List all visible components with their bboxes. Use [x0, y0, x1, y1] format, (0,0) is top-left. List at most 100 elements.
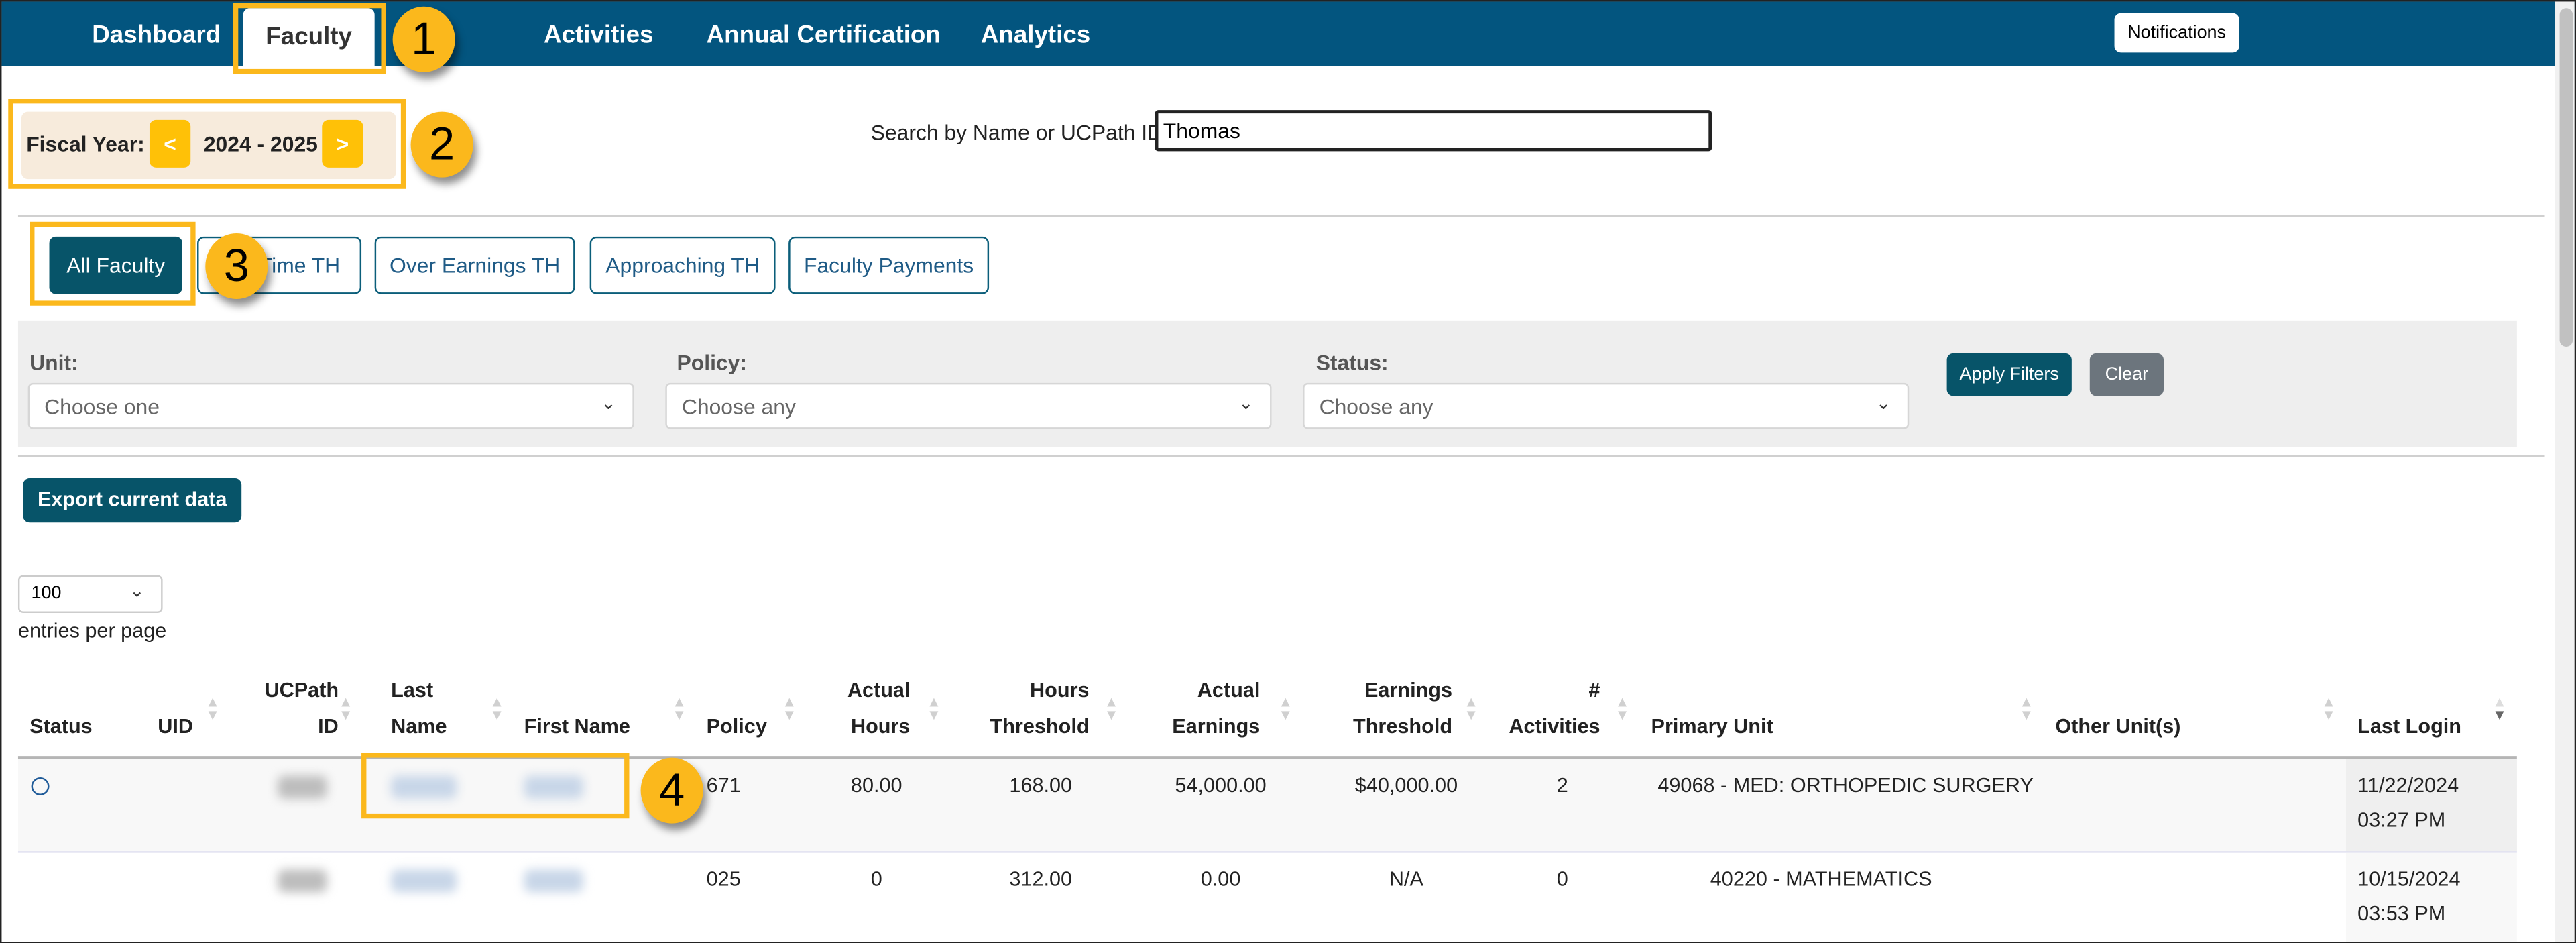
sort-icon[interactable]: ▲ ▼	[2019, 694, 2034, 722]
nav-analytics[interactable]: Analytics	[981, 21, 1090, 50]
sort-icon[interactable]: ▲ ▼	[1464, 694, 1478, 722]
nav-dashboard[interactable]: Dashboard	[92, 21, 221, 50]
callout-1: 1	[392, 6, 455, 72]
highlight-box-1	[233, 3, 386, 74]
column-header-line1: Last	[391, 678, 434, 702]
callout-4: 4	[640, 757, 703, 824]
sorted-cell	[2346, 852, 2517, 942]
column-header-line2: First Name	[524, 714, 630, 738]
highlight-box-3	[30, 221, 196, 306]
page-size-select[interactable]: 100 ⌄	[17, 575, 163, 613]
first-name-link[interactable]	[524, 869, 583, 893]
filter-panel: Unit: Choose one ⌄ Policy: Choose any ⌄ St…	[17, 320, 2517, 447]
column-header[interactable]: Actual Earnings	[1160, 672, 1260, 744]
activities-cell: 2	[1556, 774, 1568, 797]
divider	[17, 215, 2545, 217]
sort-icon[interactable]: ▲ ▼	[2492, 694, 2507, 722]
policy-select[interactable]: Choose any ⌄	[665, 382, 1272, 429]
scrollbar-thumb[interactable]	[2559, 8, 2573, 347]
actual-hours-cell: 80.00	[850, 774, 902, 797]
activities-cell: 0	[1556, 867, 1568, 891]
sort-icon[interactable]: ▲ ▼	[672, 694, 687, 722]
earnings-threshold-cell: N/A	[1389, 867, 1423, 891]
sort-icon[interactable]: ▲ ▼	[1104, 694, 1119, 722]
chevron-down-icon: ⌄	[1875, 394, 1891, 414]
column-header[interactable]: Actual Hours	[831, 672, 911, 744]
column-header-line1	[2055, 672, 2302, 708]
hours-threshold-cell: 168.00	[1009, 774, 1073, 797]
fiscal-year-value: 2024 - 2025	[203, 131, 318, 156]
policy-label: Policy:	[677, 349, 747, 375]
column-header-line2: Status	[30, 714, 93, 738]
primary-unit-cell: 40220 - MATHEMATICS	[1710, 867, 1932, 891]
column-header[interactable]: Earnings Threshold	[1352, 672, 1452, 744]
column-header-line2: Activities	[1509, 714, 1600, 738]
clear-button[interactable]: Clear	[2089, 353, 2164, 396]
column-header[interactable]: Other Unit(s)	[2055, 672, 2302, 744]
nav-annual-certification[interactable]: Annual Certification	[707, 21, 941, 50]
sort-icon[interactable]: ▲ ▼	[489, 694, 504, 722]
column-header-line2: Threshold	[990, 714, 1090, 738]
prev-year-button[interactable]: <	[149, 119, 191, 168]
sort-icon[interactable]: ▲ ▼	[927, 694, 941, 722]
column-header[interactable]: Last Name	[391, 672, 489, 744]
hours-threshold-cell: 312.00	[1009, 867, 1073, 891]
column-header[interactable]: Primary Unit	[1651, 672, 1980, 744]
column-header-line1: Actual	[847, 678, 911, 702]
column-header-line1: Earnings	[1364, 678, 1453, 702]
column-header-line1	[1651, 672, 1980, 708]
uid-redacted	[278, 869, 327, 893]
column-header[interactable]: UCPath ID	[264, 672, 339, 744]
notifications-button[interactable]: Notifications	[2114, 13, 2239, 53]
column-header-line2: Name	[391, 714, 447, 738]
tab-over-earnings-th[interactable]: Over Earnings TH	[374, 236, 575, 294]
policy-select-value: Choose any	[681, 394, 796, 419]
sort-icon[interactable]: ▲ ▼	[2321, 694, 2336, 722]
last-login-date: 10/15/2024	[2357, 867, 2461, 891]
column-header-line1	[524, 672, 656, 708]
chevron-down-icon: ⌄	[129, 581, 145, 602]
column-header[interactable]: Policy	[707, 672, 789, 744]
column-header-line1: Hours	[1030, 678, 1090, 702]
column-header[interactable]: Last Login	[2357, 672, 2489, 744]
tab-approaching-th[interactable]: Approaching TH	[589, 236, 776, 294]
status-select[interactable]: Choose any ⌄	[1303, 382, 1910, 429]
status-label: Status:	[1315, 349, 1389, 375]
column-header-line2: Primary Unit	[1651, 714, 1773, 738]
actual-earnings-cell: 54,000.00	[1175, 774, 1267, 797]
highlight-box-4	[361, 753, 630, 819]
nav-activities[interactable]: Activities	[544, 21, 653, 50]
clock-icon[interactable]	[31, 777, 50, 795]
column-header-line2: Other Unit(s)	[2055, 714, 2181, 738]
last-login-date: 11/22/2024	[2357, 774, 2459, 797]
sort-icon[interactable]: ▲ ▼	[205, 694, 220, 722]
fiscal-year-selector: Fiscal Year: < 2024 - 2025 >	[21, 111, 396, 180]
export-button[interactable]: Export current data	[23, 478, 242, 523]
column-header[interactable]: Status	[30, 672, 128, 744]
next-year-button[interactable]: >	[322, 119, 363, 168]
scrollbar[interactable]	[2555, 1, 2575, 942]
column-header-line1	[30, 672, 128, 708]
column-header-line2: Threshold	[1353, 714, 1453, 738]
column-header-line1	[707, 672, 789, 708]
actual-hours-cell: 0	[870, 867, 882, 891]
search-input[interactable]	[1155, 110, 1712, 152]
sort-icon[interactable]: ▲ ▼	[782, 694, 797, 722]
last-name-link[interactable]	[391, 869, 457, 893]
column-header[interactable]: First Name	[524, 672, 656, 744]
column-header[interactable]: # Activities	[1505, 672, 1600, 744]
page-size-label: entries per page	[17, 619, 167, 643]
tab-faculty-payments[interactable]: Faculty Payments	[788, 236, 990, 294]
column-header[interactable]: Hours Threshold	[979, 672, 1089, 744]
unit-select[interactable]: Choose one ⌄	[27, 382, 634, 429]
sort-icon[interactable]: ▲ ▼	[1615, 694, 1630, 722]
last-login-time: 03:53 PM	[2357, 902, 2446, 926]
page: Dashboard Faculty ns Activities Annual C…	[0, 0, 2576, 943]
table-row	[17, 852, 2517, 942]
actual-earnings-cell: 0.00	[1200, 867, 1241, 891]
search-label: Search by Name or UCPath ID:	[870, 119, 1169, 145]
column-header-line2: Last Login	[2357, 714, 2462, 738]
sort-icon[interactable]: ▲ ▼	[1278, 694, 1293, 722]
apply-filters-button[interactable]: Apply Filters	[1946, 353, 2072, 396]
sort-icon[interactable]: ▲ ▼	[339, 694, 353, 722]
